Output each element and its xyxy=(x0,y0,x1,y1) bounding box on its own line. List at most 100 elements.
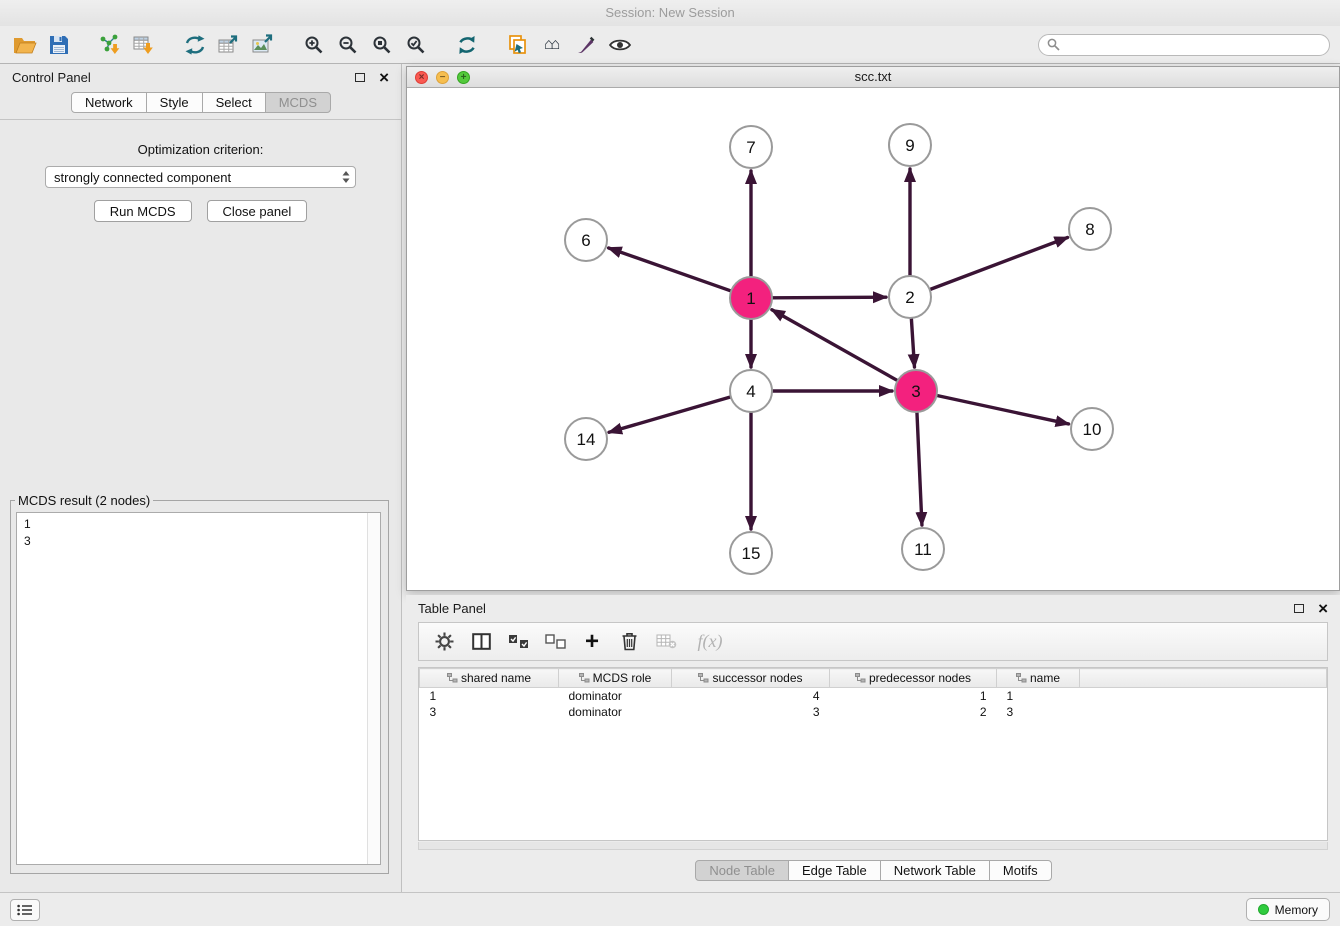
deselect-all-rows-icon[interactable] xyxy=(540,627,570,657)
graph-edge-3-11[interactable] xyxy=(917,413,922,525)
column-header[interactable]: successor nodes xyxy=(672,669,830,688)
table-cell[interactable]: 4 xyxy=(672,688,830,704)
graph-edge-2-3[interactable] xyxy=(911,319,914,367)
delete-table-icon[interactable] xyxy=(651,627,681,657)
tab-edge-table[interactable]: Edge Table xyxy=(788,860,881,881)
horizontal-scrollbar[interactable] xyxy=(418,842,1328,850)
select-all-rows-icon[interactable] xyxy=(503,627,533,657)
table-row[interactable]: 3dominator323 xyxy=(420,704,1327,720)
graph-node-3[interactable]: 3 xyxy=(895,370,937,412)
import-network-icon[interactable] xyxy=(93,30,127,60)
graph-node-label: 10 xyxy=(1083,420,1102,439)
refresh-view-icon[interactable] xyxy=(450,30,484,60)
table-cell[interactable]: 1 xyxy=(830,688,997,704)
main-toolbar: ⌂⌂ xyxy=(0,26,1340,64)
graph-node-11[interactable]: 11 xyxy=(902,528,944,570)
graph-node-label: 6 xyxy=(581,231,590,250)
column-header[interactable]: MCDS role xyxy=(559,669,672,688)
import-table-icon[interactable] xyxy=(127,30,161,60)
column-header[interactable]: shared name xyxy=(420,669,559,688)
style-brush-icon[interactable] xyxy=(569,30,603,60)
graph-node-9[interactable]: 9 xyxy=(889,124,931,166)
chevron-up-down-icon xyxy=(341,170,351,184)
mcds-result-title: MCDS result (2 nodes) xyxy=(15,493,153,508)
minimize-window-icon[interactable]: − xyxy=(436,71,449,84)
search-field xyxy=(1038,34,1330,56)
graph-edge-2-8[interactable] xyxy=(931,237,1068,289)
tab-network[interactable]: Network xyxy=(71,92,147,113)
table-cell[interactable]: dominator xyxy=(559,704,672,720)
table-cell[interactable]: 1 xyxy=(997,688,1080,704)
graph-node-15[interactable]: 15 xyxy=(730,532,772,574)
function-builder-icon[interactable]: f(x) xyxy=(688,627,732,657)
close-window-icon[interactable]: × xyxy=(415,71,428,84)
network-canvas[interactable]: 7 9 6 8 1 2 4 3 14 10 15 11 xyxy=(407,88,1339,590)
graph-edge-1-6[interactable] xyxy=(609,248,731,291)
node-table: shared nameMCDS rolesuccessor nodesprede… xyxy=(419,668,1327,720)
graph-edge-3-1[interactable] xyxy=(772,310,897,380)
tab-style[interactable]: Style xyxy=(146,92,203,113)
task-history-button[interactable] xyxy=(10,899,40,921)
graph-node-2[interactable]: 2 xyxy=(889,276,931,318)
table-cell[interactable]: dominator xyxy=(559,688,672,704)
tab-mcds[interactable]: MCDS xyxy=(265,92,331,113)
graph-edge-3-10[interactable] xyxy=(938,396,1069,424)
copy-view-icon[interactable] xyxy=(501,30,535,60)
tab-select[interactable]: Select xyxy=(202,92,266,113)
graph-node-label: 4 xyxy=(746,382,755,401)
graph-node-label: 8 xyxy=(1085,220,1094,239)
export-image-icon[interactable] xyxy=(246,30,280,60)
column-header[interactable]: predecessor nodes xyxy=(830,669,997,688)
close-panel-icon[interactable]: × xyxy=(379,69,389,86)
save-session-icon[interactable] xyxy=(42,30,76,60)
memory-button[interactable]: Memory xyxy=(1246,898,1330,921)
table-cell[interactable]: 3 xyxy=(672,704,830,720)
add-row-icon[interactable]: + xyxy=(577,627,607,657)
table-cell[interactable]: 3 xyxy=(997,704,1080,720)
tab-motifs[interactable]: Motifs xyxy=(989,860,1052,881)
zoom-out-icon[interactable] xyxy=(331,30,365,60)
show-hide-icon[interactable] xyxy=(603,30,637,60)
delete-row-icon[interactable] xyxy=(614,627,644,657)
network-window-titlebar[interactable]: × − + scc.txt xyxy=(407,67,1339,88)
zoom-selected-icon[interactable] xyxy=(399,30,433,60)
graph-node-1[interactable]: 1 xyxy=(730,277,772,319)
table-cell[interactable]: 2 xyxy=(830,704,997,720)
show-navigator-icon[interactable]: ⌂⌂ xyxy=(535,30,569,60)
float-panel-icon[interactable] xyxy=(355,73,365,82)
export-table-icon[interactable] xyxy=(212,30,246,60)
graph-node-7[interactable]: 7 xyxy=(730,126,772,168)
graph-node-label: 15 xyxy=(742,544,761,563)
column-header[interactable]: name xyxy=(997,669,1080,688)
graph-edge-1-2[interactable] xyxy=(773,297,886,298)
new-network-icon[interactable] xyxy=(178,30,212,60)
table-tabs: Node Table Edge Table Network Table Moti… xyxy=(406,860,1340,881)
open-session-icon[interactable] xyxy=(8,30,42,60)
zoom-fit-icon[interactable] xyxy=(365,30,399,60)
graph-node-10[interactable]: 10 xyxy=(1071,408,1113,450)
close-table-panel-icon[interactable]: × xyxy=(1318,600,1328,617)
scrollbar-track[interactable] xyxy=(367,513,380,864)
table-cell[interactable]: 1 xyxy=(420,688,559,704)
sort-tree-icon xyxy=(698,673,709,683)
tab-network-table[interactable]: Network Table xyxy=(880,860,990,881)
search-input[interactable] xyxy=(1065,36,1321,53)
table-cell[interactable]: 3 xyxy=(420,704,559,720)
run-mcds-button[interactable]: Run MCDS xyxy=(94,200,192,222)
float-table-panel-icon[interactable] xyxy=(1294,604,1304,613)
table-row[interactable]: 1dominator411 xyxy=(420,688,1327,704)
optimization-criterion-select[interactable]: strongly connected component xyxy=(45,166,356,188)
control-panel: Control Panel × Network Style Select MCD… xyxy=(0,64,402,892)
mcds-result-box[interactable]: 13 xyxy=(16,512,381,865)
close-panel-button[interactable]: Close panel xyxy=(207,200,308,222)
graph-node-4[interactable]: 4 xyxy=(730,370,772,412)
show-columns-icon[interactable] xyxy=(466,627,496,657)
table-settings-gear-icon[interactable] xyxy=(429,627,459,657)
graph-node-8[interactable]: 8 xyxy=(1069,208,1111,250)
graph-node-6[interactable]: 6 xyxy=(565,219,607,261)
zoom-in-icon[interactable] xyxy=(297,30,331,60)
zoom-window-icon[interactable]: + xyxy=(457,71,470,84)
graph-node-14[interactable]: 14 xyxy=(565,418,607,460)
graph-edge-4-14[interactable] xyxy=(609,397,730,432)
tab-node-table[interactable]: Node Table xyxy=(695,860,789,881)
